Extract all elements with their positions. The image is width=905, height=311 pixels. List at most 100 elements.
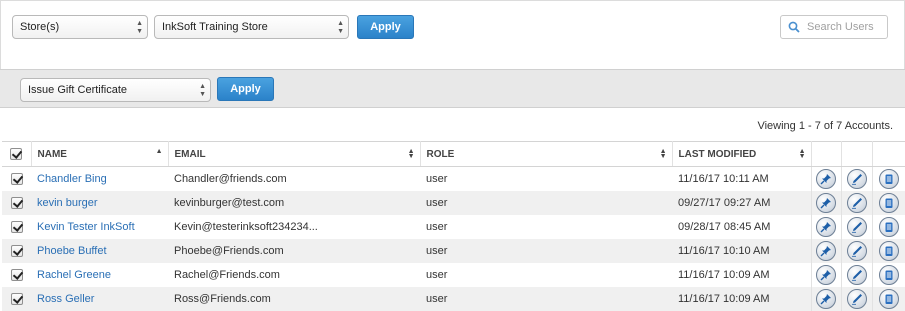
bulk-action-select[interactable]: Issue Gift Certificate ▲ ▼ [20,78,211,102]
pin-icon[interactable] [816,192,836,213]
user-name-link[interactable]: Chandler Bing [31,167,168,191]
edit-action-cell [840,286,872,311]
search-icon [788,21,800,33]
select-arrows-icon: ▲ ▼ [337,20,344,35]
last-modified-header-label: LAST MODIFIED [678,148,757,160]
user-last-modified: 11/16/17 10:09 AM [678,268,770,281]
notepad-icon[interactable] [878,288,899,309]
sort-asc-icon: ▲ [155,148,163,155]
column-header-name[interactable]: NAME ▲ [31,141,169,167]
column-header-last-modified[interactable]: LAST MODIFIED ▲ ▼ [672,141,812,167]
pin-icon[interactable] [816,264,836,285]
row-checkbox-cell [2,263,31,287]
search-input[interactable] [807,18,885,36]
name-header-label: NAME [37,148,67,160]
notepad-icon[interactable] [878,240,899,261]
table-header-row: NAME ▲ EMAIL ▲ ▼ ROLE ▲ ▼ LAST MODIFIED ▲ ▼ [2,141,905,167]
select-all-header [2,141,32,167]
edit-pencil-icon[interactable] [846,168,867,189]
filter-bar: Store(s) ▲ ▼ InkSoft Training Store ▲ ▼ Ap… [0,0,905,69]
user-name-link[interactable]: kevin burger [31,190,168,215]
edit-pencil-icon[interactable] [846,288,867,309]
notepad-icon[interactable] [878,192,899,213]
pin-action-cell [810,238,841,263]
pin-icon[interactable] [816,240,836,261]
pin-action-cell [810,286,841,311]
sort-icon: ▲ ▼ [659,148,667,160]
actions-header [811,141,842,167]
user-name-link[interactable]: Rachel Greene [31,263,168,287]
notes-action-cell [871,286,905,311]
edit-pencil-icon[interactable] [846,264,867,285]
table-row: Ross Geller Ross@Friends.com user 11/16/17 … [2,286,905,311]
edit-pencil-icon[interactable] [846,192,867,213]
actions-header [872,141,905,167]
user-last-modified: 09/28/17 08:45 AM [678,220,771,233]
notes-action-cell [871,238,905,263]
select-arrows-icon: ▲ ▼ [136,20,143,35]
notepad-icon[interactable] [878,264,899,285]
pin-icon[interactable] [816,168,836,189]
pin-action-cell [810,214,841,239]
column-header-role[interactable]: ROLE ▲ ▼ [420,141,673,167]
row-checkbox-cell [2,286,31,311]
table-row: Kevin Tester InkSoft Kevin@testerinksoft2… [2,214,905,239]
actions-header [841,141,873,167]
row-checkbox[interactable] [10,220,23,233]
user-last-modified: 11/16/17 10:10 AM [672,238,811,263]
user-email: kevinburger@test.com [168,190,420,215]
pin-action-cell [810,166,841,191]
notes-action-cell [871,262,905,287]
user-last-modified: 09/27/17 09:27 AM [672,190,811,215]
store-scope-value: Store(s) [20,21,60,33]
users-table: NAME ▲ EMAIL ▲ ▼ ROLE ▲ ▼ LAST MODIFIED ▲ ▼ Cha… [2,141,905,311]
bulk-apply-button[interactable]: Apply [217,77,274,101]
column-header-email[interactable]: EMAIL ▲ ▼ [168,141,421,167]
edit-action-cell [840,262,872,287]
pin-action-cell [810,262,841,287]
table-row: Phoebe Buffet Phoebe@Friends.com user 11/16… [2,238,905,263]
notepad-icon[interactable] [878,168,899,189]
sort-icon: ▲ ▼ [407,148,415,160]
row-checkbox[interactable] [10,196,23,209]
store-scope-select[interactable]: Store(s) ▲ ▼ [12,15,148,39]
edit-action-cell [840,214,872,239]
filter-apply-button[interactable]: Apply [357,15,414,39]
select-arrows-icon: ▲ ▼ [199,83,206,98]
row-checkbox[interactable] [10,292,23,305]
edit-action-cell [840,238,872,263]
user-email: Ross@Friends.com [168,286,420,311]
role-header-label: ROLE [426,148,455,160]
pin-action-cell [810,190,841,215]
user-role: user [420,190,672,215]
pin-icon[interactable] [816,288,836,309]
search-box[interactable] [780,15,888,39]
store-name-select[interactable]: InkSoft Training Store ▲ ▼ [154,15,349,39]
pin-icon[interactable] [816,216,836,237]
user-email: Kevin@testerinksoft234234... [174,220,318,233]
user-name-link[interactable]: Ross Geller [31,286,168,311]
user-role: user [420,238,672,263]
edit-action-cell [840,190,872,215]
user-email: Chandler@friends.com [174,172,287,185]
row-checkbox-cell [2,215,31,239]
row-checkbox-cell [2,167,31,191]
row-checkbox[interactable] [10,244,23,257]
bulk-action-bar: Issue Gift Certificate ▲ ▼ Apply [0,69,905,108]
row-checkbox[interactable] [10,268,23,281]
email-header-label: EMAIL [174,148,206,160]
user-last-modified: 11/16/17 10:11 AM [678,172,769,185]
user-role: user [420,286,672,311]
user-name-link[interactable]: Kevin Tester InkSoft [31,215,168,239]
user-role: user [426,268,448,281]
user-email: Rachel@Friends.com [174,268,280,281]
row-checkbox[interactable] [10,172,23,185]
edit-pencil-icon[interactable] [846,216,867,237]
viewing-count: Viewing 1 - 7 of 7 Accounts. [757,120,893,132]
select-all-checkbox[interactable] [10,148,23,160]
edit-pencil-icon[interactable] [846,240,867,261]
user-name-link[interactable]: Phoebe Buffet [31,238,168,263]
notepad-icon[interactable] [878,216,899,237]
bulk-action-value: Issue Gift Certificate [28,84,128,96]
notes-action-cell [871,190,905,215]
